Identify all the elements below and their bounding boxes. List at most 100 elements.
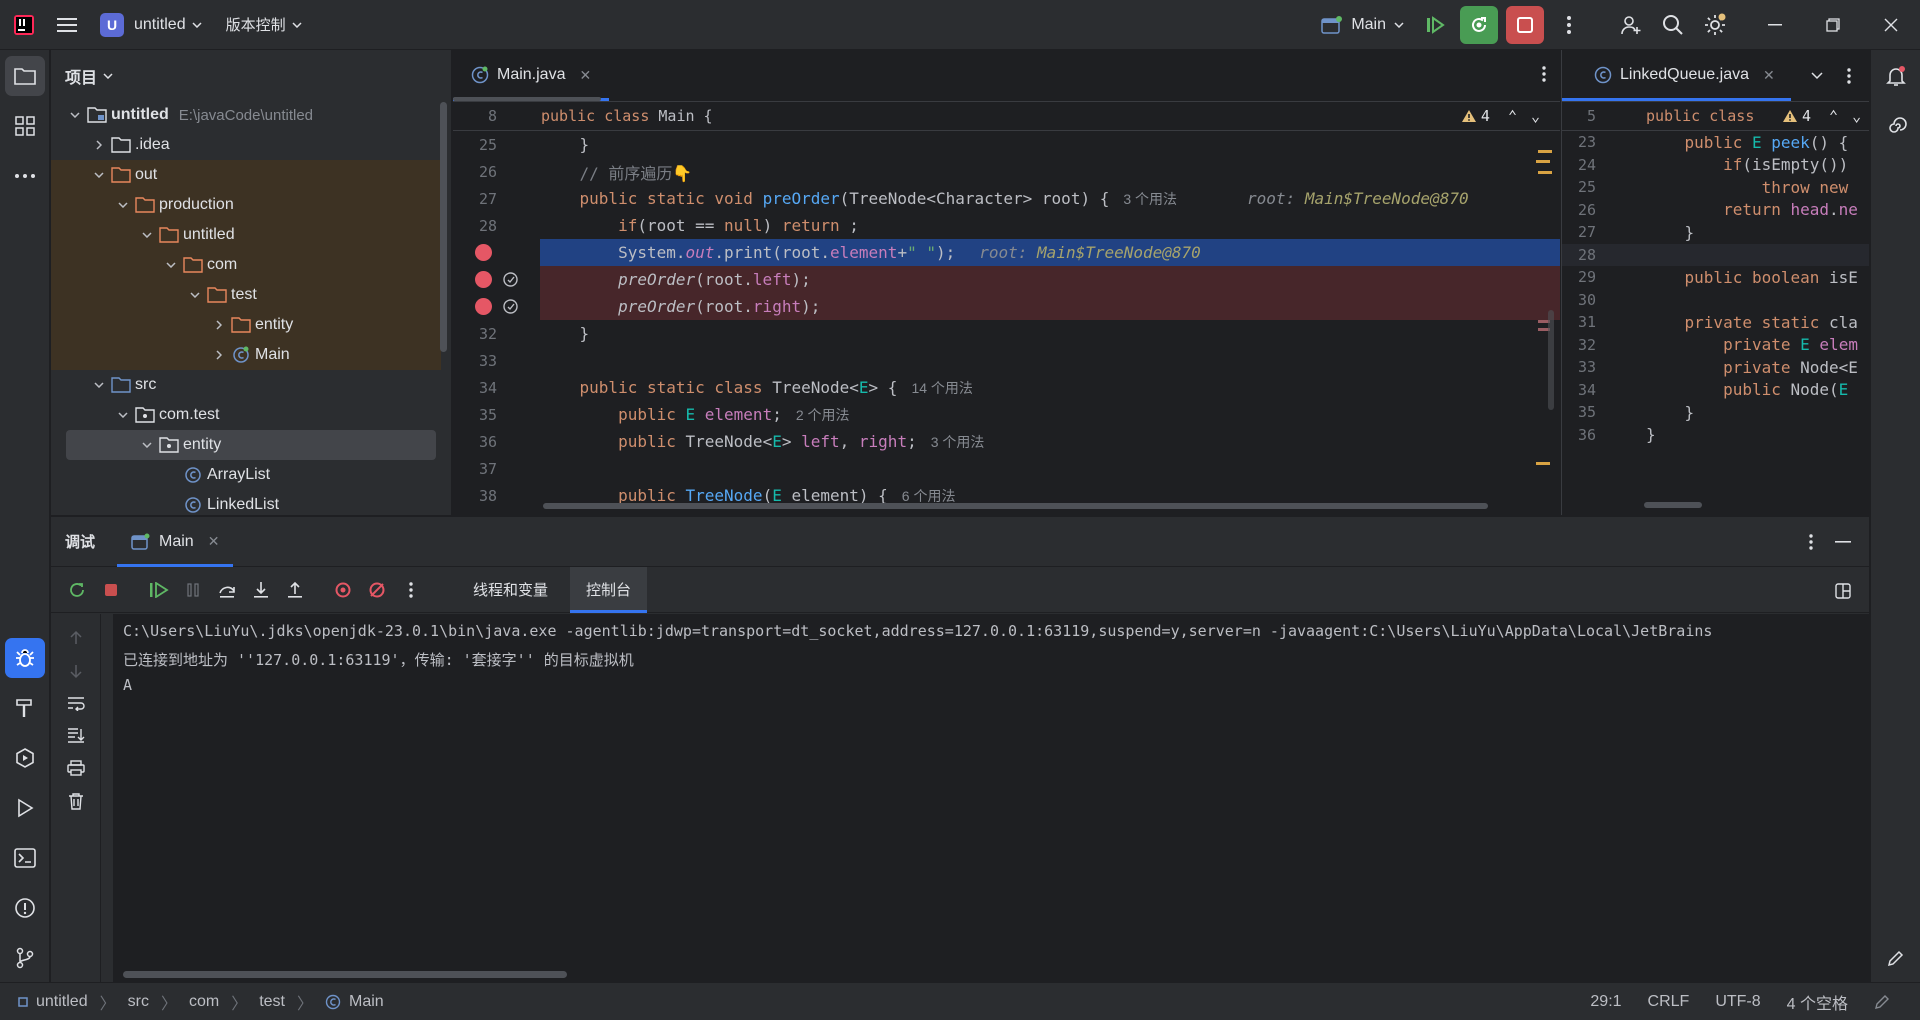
tree-item[interactable]: Main <box>51 340 441 370</box>
view-breakpoints-button[interactable] <box>329 576 357 604</box>
debug-tool-button[interactable] <box>5 638 45 678</box>
step-into-button[interactable] <box>247 576 275 604</box>
add-user-button[interactable] <box>1610 4 1652 46</box>
stop-button[interactable] <box>1506 6 1544 44</box>
debug-rerun-button[interactable] <box>1460 6 1498 44</box>
chevron-icon[interactable] <box>89 172 109 178</box>
project-tool-button[interactable] <box>5 56 45 96</box>
console-output[interactable]: C:\Users\LiuYu\.jdks\openjdk-23.0.1\bin\… <box>113 614 1869 982</box>
more-vertical-icon[interactable] <box>1847 68 1851 84</box>
project-panel-header[interactable]: 项目 <box>51 50 451 102</box>
tree-item[interactable]: test <box>51 280 441 310</box>
notifications-button[interactable] <box>1876 56 1916 96</box>
build-tool-button[interactable] <box>5 688 45 728</box>
breadcrumb-item[interactable]: untitled <box>18 993 88 1011</box>
indent-setting[interactable]: 4 个空格 <box>1787 990 1848 1014</box>
edit-button[interactable] <box>1876 938 1916 978</box>
more-actions-button[interactable] <box>1548 4 1590 46</box>
scroll-to-end-icon[interactable] <box>67 727 85 743</box>
tree-item[interactable]: src <box>51 370 441 400</box>
trash-icon[interactable] <box>68 792 84 810</box>
git-tool-button[interactable] <box>5 938 45 978</box>
vertical-scrollbar[interactable] <box>1548 310 1554 410</box>
debug-more-button[interactable] <box>397 576 425 604</box>
breakpoint-marker[interactable] <box>475 271 492 288</box>
pause-button[interactable] <box>179 576 207 604</box>
print-icon[interactable] <box>67 760 85 776</box>
terminal-tool-button[interactable] <box>5 838 45 878</box>
arrow-down-icon[interactable] <box>68 663 84 679</box>
tree-item[interactable]: entity <box>51 310 441 340</box>
chevron-icon[interactable] <box>113 412 133 418</box>
tab-main-java[interactable]: Main.java ✕ <box>453 50 610 101</box>
breadcrumb-item[interactable]: test <box>259 993 285 1011</box>
step-icon[interactable] <box>502 271 519 288</box>
more-tools-button[interactable] <box>5 156 45 196</box>
chevron-icon[interactable] <box>113 202 133 208</box>
chevron-icon[interactable] <box>137 232 157 238</box>
problems-tool-button[interactable] <box>5 888 45 928</box>
services-tool-button[interactable] <box>5 738 45 778</box>
main-menu-icon[interactable] <box>48 5 88 45</box>
minimize-icon[interactable] <box>1835 541 1851 543</box>
chevron-icon[interactable] <box>89 382 109 388</box>
chevron-icon[interactable] <box>89 140 109 150</box>
more-vertical-icon[interactable] <box>1809 534 1813 550</box>
minimize-button[interactable] <box>1746 4 1804 46</box>
breakpoint-marker[interactable] <box>475 244 492 261</box>
editor-more-button[interactable] <box>1542 66 1546 82</box>
tree-item[interactable]: untitled E:\javaCode\untitled <box>51 100 441 130</box>
chevron-down-icon[interactable] <box>1811 72 1823 80</box>
pencil-icon[interactable] <box>1874 994 1890 1010</box>
breadcrumb-item[interactable]: Main <box>325 993 384 1011</box>
console-horizontal-scrollbar[interactable] <box>123 971 567 978</box>
tab-threads-variables[interactable]: 线程和变量 <box>457 567 564 613</box>
close-tab-icon[interactable]: ✕ <box>1763 67 1775 84</box>
ai-assistant-button[interactable] <box>1876 106 1916 146</box>
tree-item[interactable]: .idea <box>51 130 441 160</box>
line-separator[interactable]: CRLF <box>1648 993 1690 1011</box>
soft-wrap-icon[interactable] <box>67 695 85 711</box>
tree-item[interactable]: production <box>51 190 441 220</box>
horizontal-scrollbar[interactable] <box>543 503 1488 509</box>
restore-button[interactable] <box>1804 4 1862 46</box>
breadcrumb-item[interactable]: src <box>128 993 149 1011</box>
project-switcher[interactable]: U untitled <box>100 12 202 37</box>
settings-button[interactable] <box>1694 4 1736 46</box>
close-tab-icon[interactable]: ✕ <box>579 67 591 84</box>
resume-run-button[interactable] <box>1414 4 1456 46</box>
step-out-button[interactable] <box>281 576 309 604</box>
arrow-up-icon[interactable] <box>68 630 84 646</box>
chevron-icon[interactable] <box>137 442 157 448</box>
horizontal-scrollbar[interactable] <box>1644 502 1702 508</box>
vcs-menu[interactable]: 版本控制 <box>226 14 302 35</box>
chevron-icon[interactable] <box>65 112 85 118</box>
chevron-icon[interactable] <box>161 262 181 268</box>
chevron-icon[interactable] <box>209 320 229 330</box>
intellij-logo-icon[interactable] <box>0 5 48 45</box>
close-tab-icon[interactable]: ✕ <box>208 533 220 550</box>
tree-item[interactable]: entity <box>66 430 436 460</box>
tab-console[interactable]: 控制台 <box>570 566 648 613</box>
breakpoint-marker[interactable] <box>475 298 492 315</box>
resume-button[interactable] <box>145 576 173 604</box>
search-button[interactable] <box>1652 4 1694 46</box>
step-over-button[interactable] <box>213 576 241 604</box>
project-scrollbar[interactable] <box>440 102 447 352</box>
debug-session-tab[interactable]: Main ✕ <box>117 517 234 567</box>
tree-item[interactable]: ArrayList <box>51 460 441 490</box>
breadcrumb-item[interactable]: com <box>189 993 219 1011</box>
file-encoding[interactable]: UTF-8 <box>1715 993 1760 1011</box>
layout-icon[interactable] <box>1835 583 1851 599</box>
caret-position[interactable]: 29:1 <box>1590 993 1621 1011</box>
inspection-widget[interactable]: 4 ⌃ ⌄ <box>1782 107 1861 125</box>
chevron-icon[interactable] <box>209 350 229 360</box>
tab-scrollbar[interactable] <box>453 97 601 101</box>
run-tool-button[interactable] <box>5 788 45 828</box>
stop-debug-button[interactable] <box>97 576 125 604</box>
tab-linkedqueue-java[interactable]: LinkedQueue.java ✕ <box>1562 50 1791 101</box>
rerun-debug-button[interactable] <box>63 576 91 604</box>
tree-item[interactable]: out <box>51 160 441 190</box>
structure-tool-button[interactable] <box>5 106 45 146</box>
tree-item[interactable]: com.test <box>51 400 441 430</box>
